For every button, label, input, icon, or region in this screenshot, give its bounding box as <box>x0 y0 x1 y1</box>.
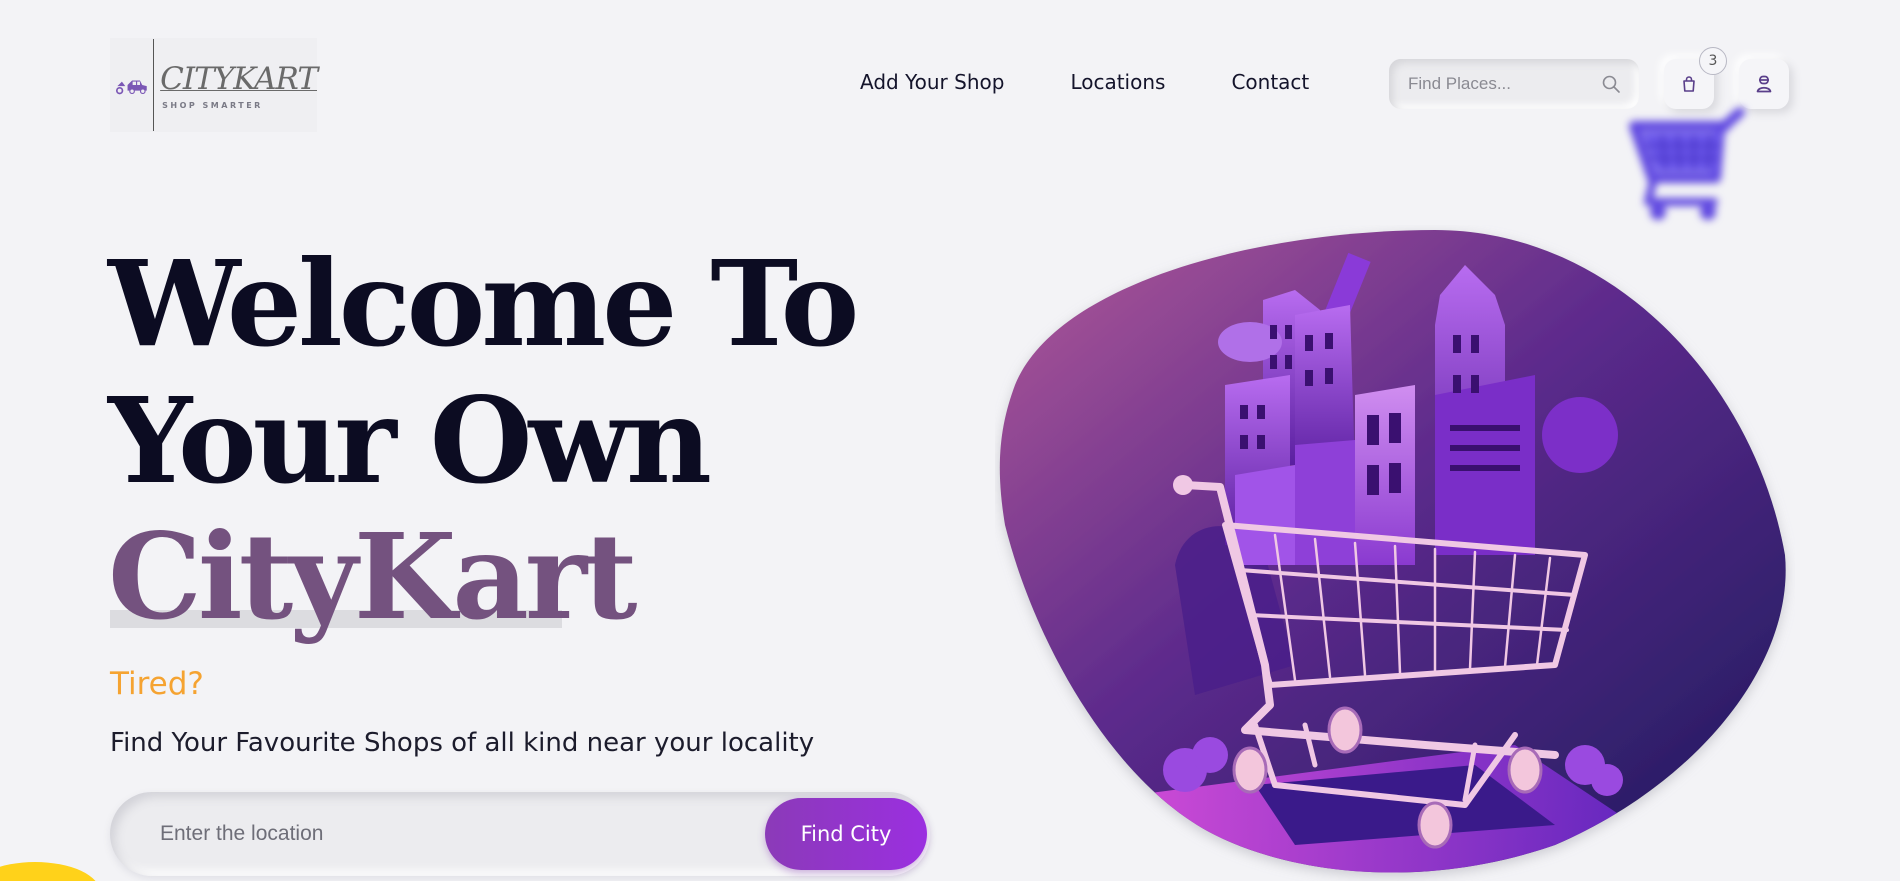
logo-divider <box>153 39 155 131</box>
user-account-button[interactable] <box>1739 59 1789 109</box>
decorative-blob <box>0 862 100 881</box>
search-icon[interactable] <box>1601 74 1621 94</box>
logo-title: CITYKART <box>160 60 318 97</box>
nav-add-your-shop[interactable]: Add Your Shop <box>860 70 1004 94</box>
location-input[interactable] <box>160 816 720 852</box>
brand-logo[interactable]: CITYKART SHOP SMARTER <box>110 38 318 132</box>
hero-tagline: Tired? <box>110 666 204 702</box>
logo-tagline: SHOP SMARTER <box>162 100 263 110</box>
location-search-bar: Find City <box>110 792 930 876</box>
cart-count-badge: 3 <box>1699 47 1727 75</box>
shopping-cart-icon <box>1629 108 1745 220</box>
hero-heading-line-1: Welcome To <box>108 234 859 373</box>
hero-heading-line-2: Your Own <box>108 371 712 510</box>
find-city-button[interactable]: Find City <box>765 798 927 870</box>
nav-locations[interactable]: Locations <box>1070 70 1165 94</box>
user-icon <box>1756 75 1772 93</box>
hero-illustration <box>999 230 1786 873</box>
hero-subtitle: Find Your Favourite Shops of all kind ne… <box>110 728 815 758</box>
hero-heading-brand: CityKart <box>108 507 638 646</box>
main-nav: Add Your Shop Locations Contact <box>860 70 1309 94</box>
shopping-bag-icon <box>1683 76 1695 92</box>
search-box <box>1389 59 1639 109</box>
scooter-car-logo-icon <box>115 80 147 95</box>
search-input[interactable] <box>1408 74 1598 94</box>
nav-contact[interactable]: Contact <box>1231 70 1309 94</box>
